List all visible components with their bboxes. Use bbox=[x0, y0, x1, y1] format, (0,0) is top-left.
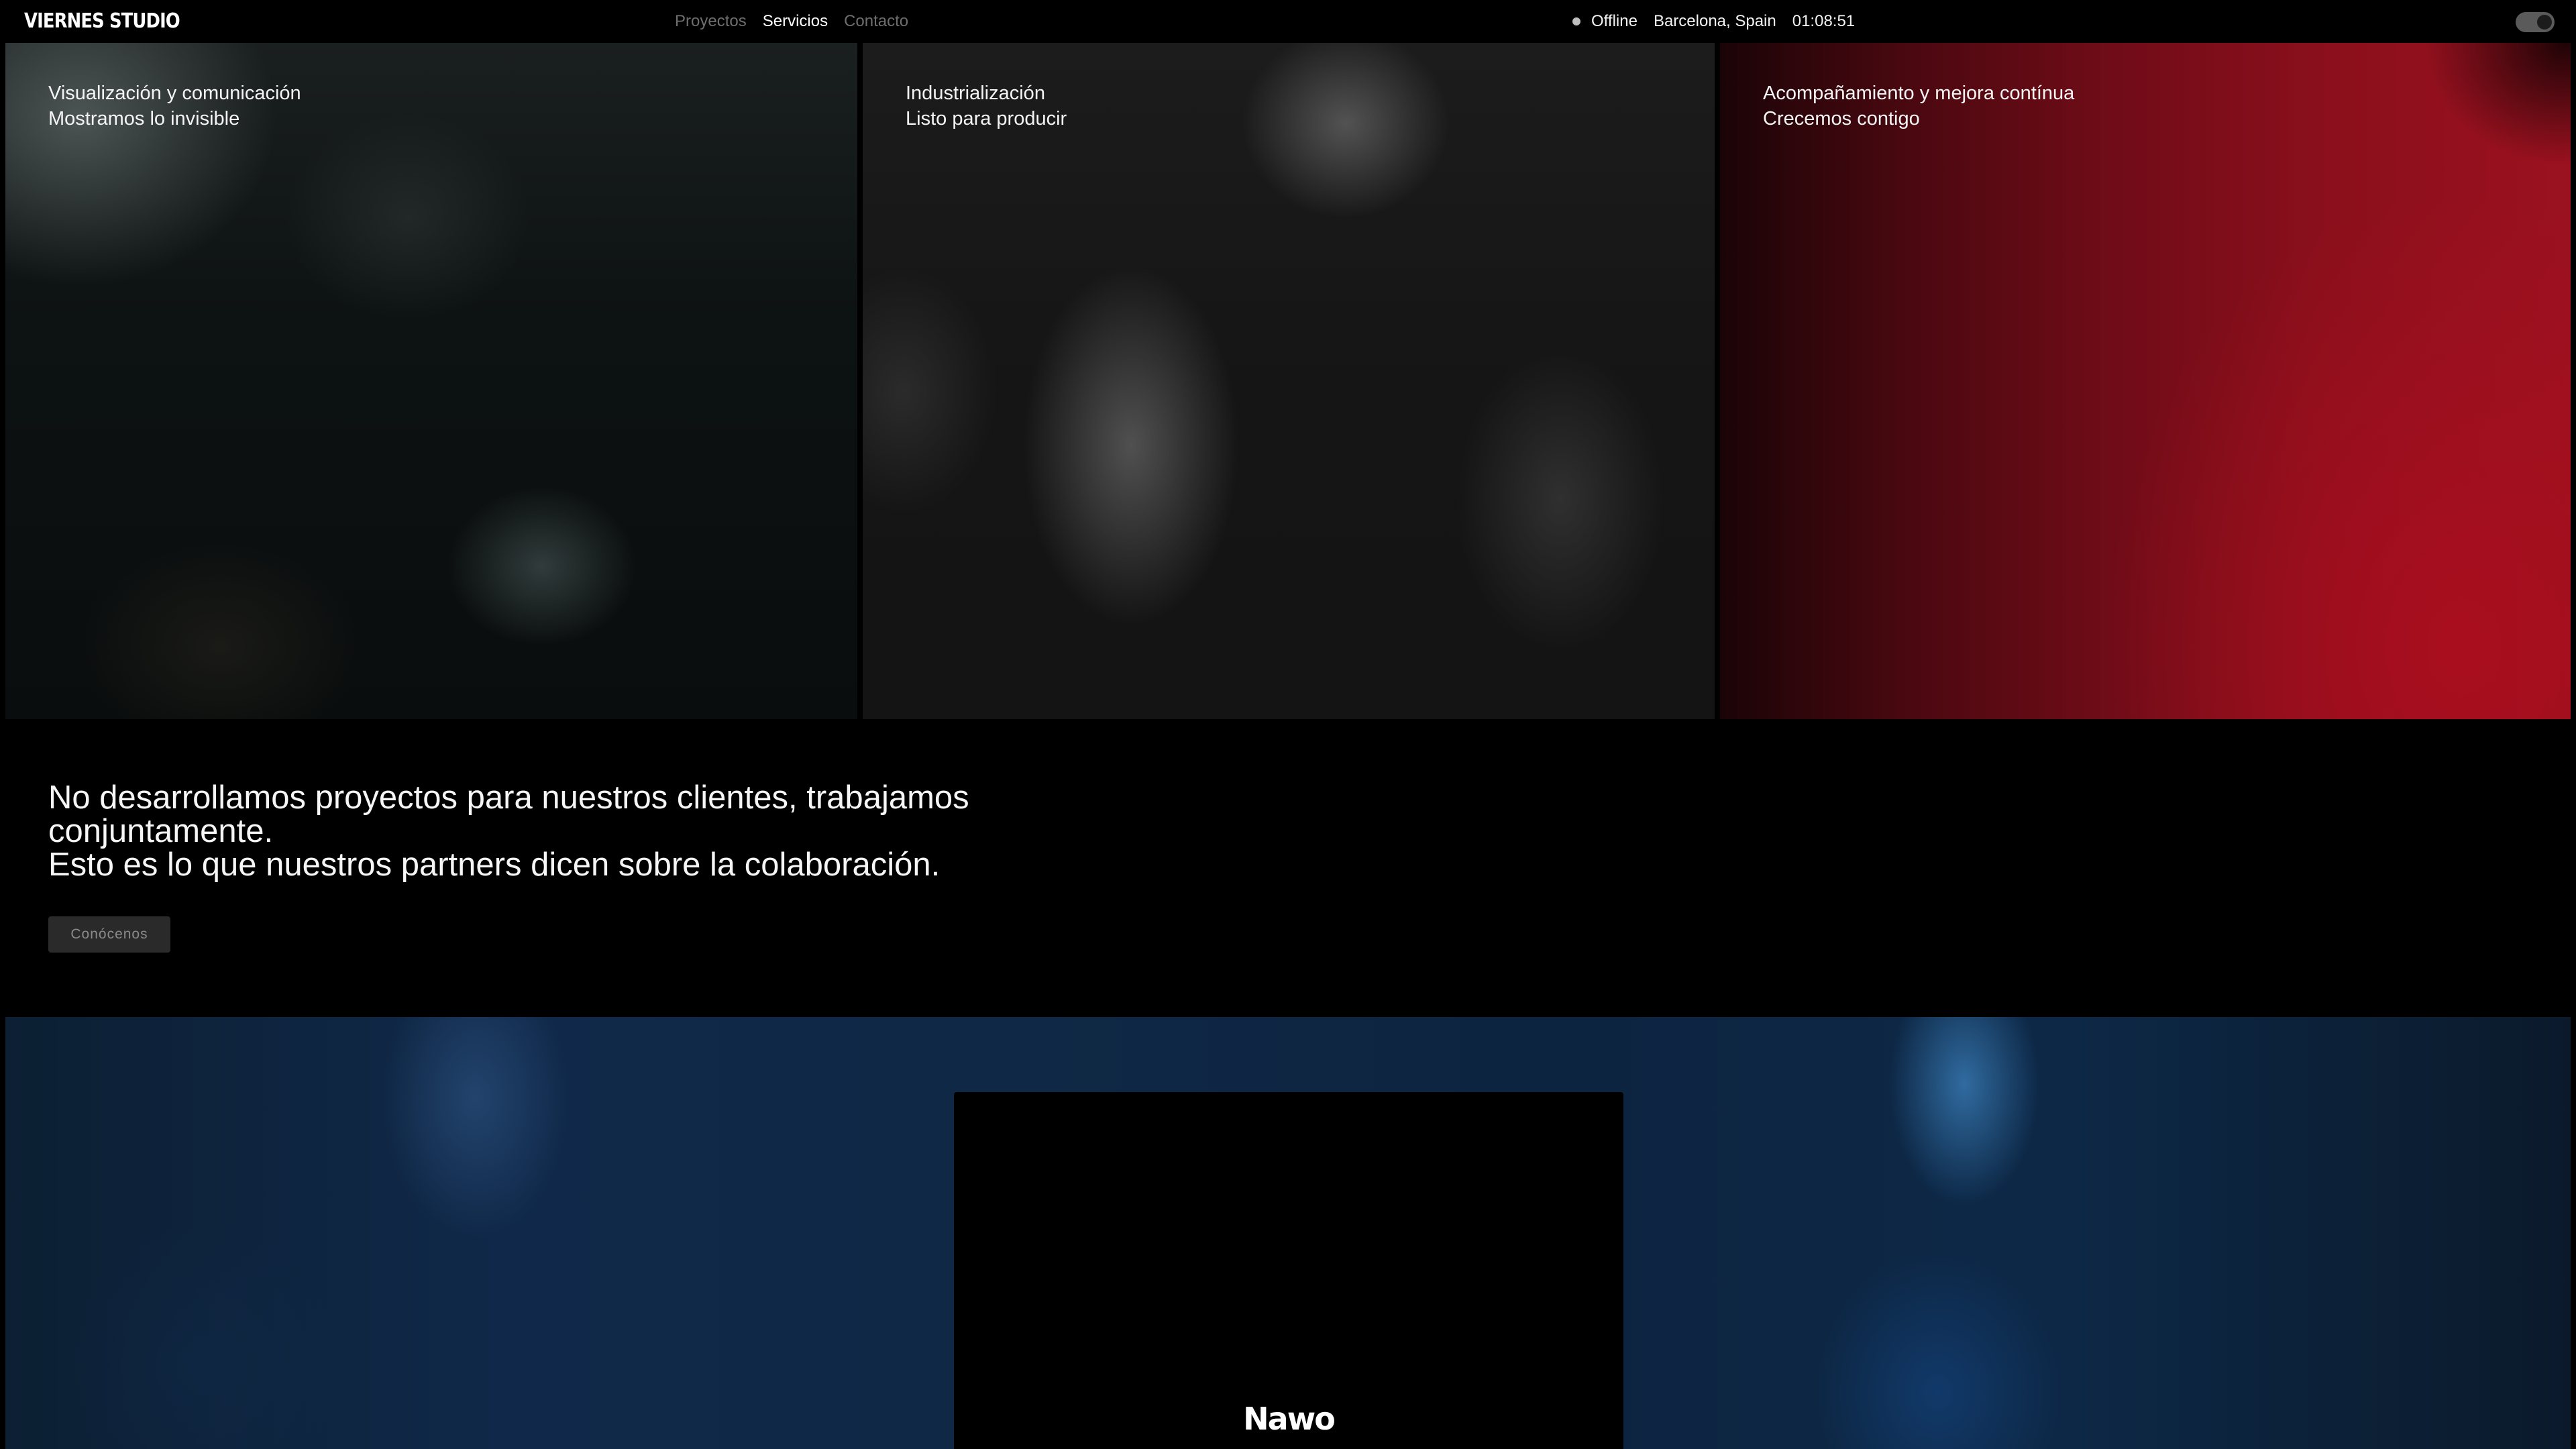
status-bar: Offline Barcelona, Spain 01:08:51 bbox=[1572, 12, 1855, 31]
service-card-industrializacion[interactable]: Industrialización Listo para producir bbox=[863, 43, 1715, 719]
nav-contacto[interactable]: Contacto bbox=[844, 12, 908, 31]
nav-servicios[interactable]: Servicios bbox=[763, 12, 828, 31]
service-subtitle: Listo para producir bbox=[906, 108, 1067, 129]
client-name: Nawo bbox=[1243, 1401, 1336, 1437]
service-subtitle: Mostramos lo invisible bbox=[48, 108, 240, 129]
status-label: Offline bbox=[1591, 12, 1638, 30]
service-title: Acompañamiento y mejora contínua bbox=[1763, 83, 2075, 104]
statement-line-1: No desarrollamos proyectos para nuestros… bbox=[48, 780, 969, 849]
service-card-visualizacion[interactable]: Visualización y comunicación Mostramos l… bbox=[5, 43, 857, 719]
service-title: Industrialización bbox=[906, 83, 1045, 104]
logo[interactable]: VIERNES STUDIO bbox=[24, 9, 180, 33]
toggle-knob bbox=[2537, 15, 2552, 30]
service-card-acompanamiento[interactable]: Acompañamiento y mejora contínua Crecemo… bbox=[1720, 43, 2571, 719]
theme-toggle[interactable] bbox=[2516, 12, 2555, 32]
service-subtitle: Crecemos contigo bbox=[1763, 108, 1920, 129]
nav-proyectos[interactable]: Proyectos bbox=[675, 12, 747, 31]
partners-statement: No desarrollamos proyectos para nuestros… bbox=[48, 781, 1095, 881]
statement-line-2: Esto es lo que nuestros partners dicen s… bbox=[48, 847, 941, 883]
service-title: Visualización y comunicación bbox=[48, 83, 301, 104]
site-header: VIERNES STUDIO Proyectos Servicios Conta… bbox=[0, 0, 2576, 43]
testimonial-video-panel[interactable]: Nawo bbox=[954, 1092, 1623, 1449]
status-dot-icon bbox=[1572, 17, 1580, 25]
main-nav: Proyectos Servicios Contacto bbox=[675, 12, 908, 31]
location-label: Barcelona, Spain bbox=[1653, 12, 1776, 30]
clock: 01:08:51 bbox=[1792, 12, 1856, 30]
testimonial-section: Nawo bbox=[5, 1017, 2571, 1449]
conocenos-button[interactable]: Conócenos bbox=[48, 916, 170, 953]
